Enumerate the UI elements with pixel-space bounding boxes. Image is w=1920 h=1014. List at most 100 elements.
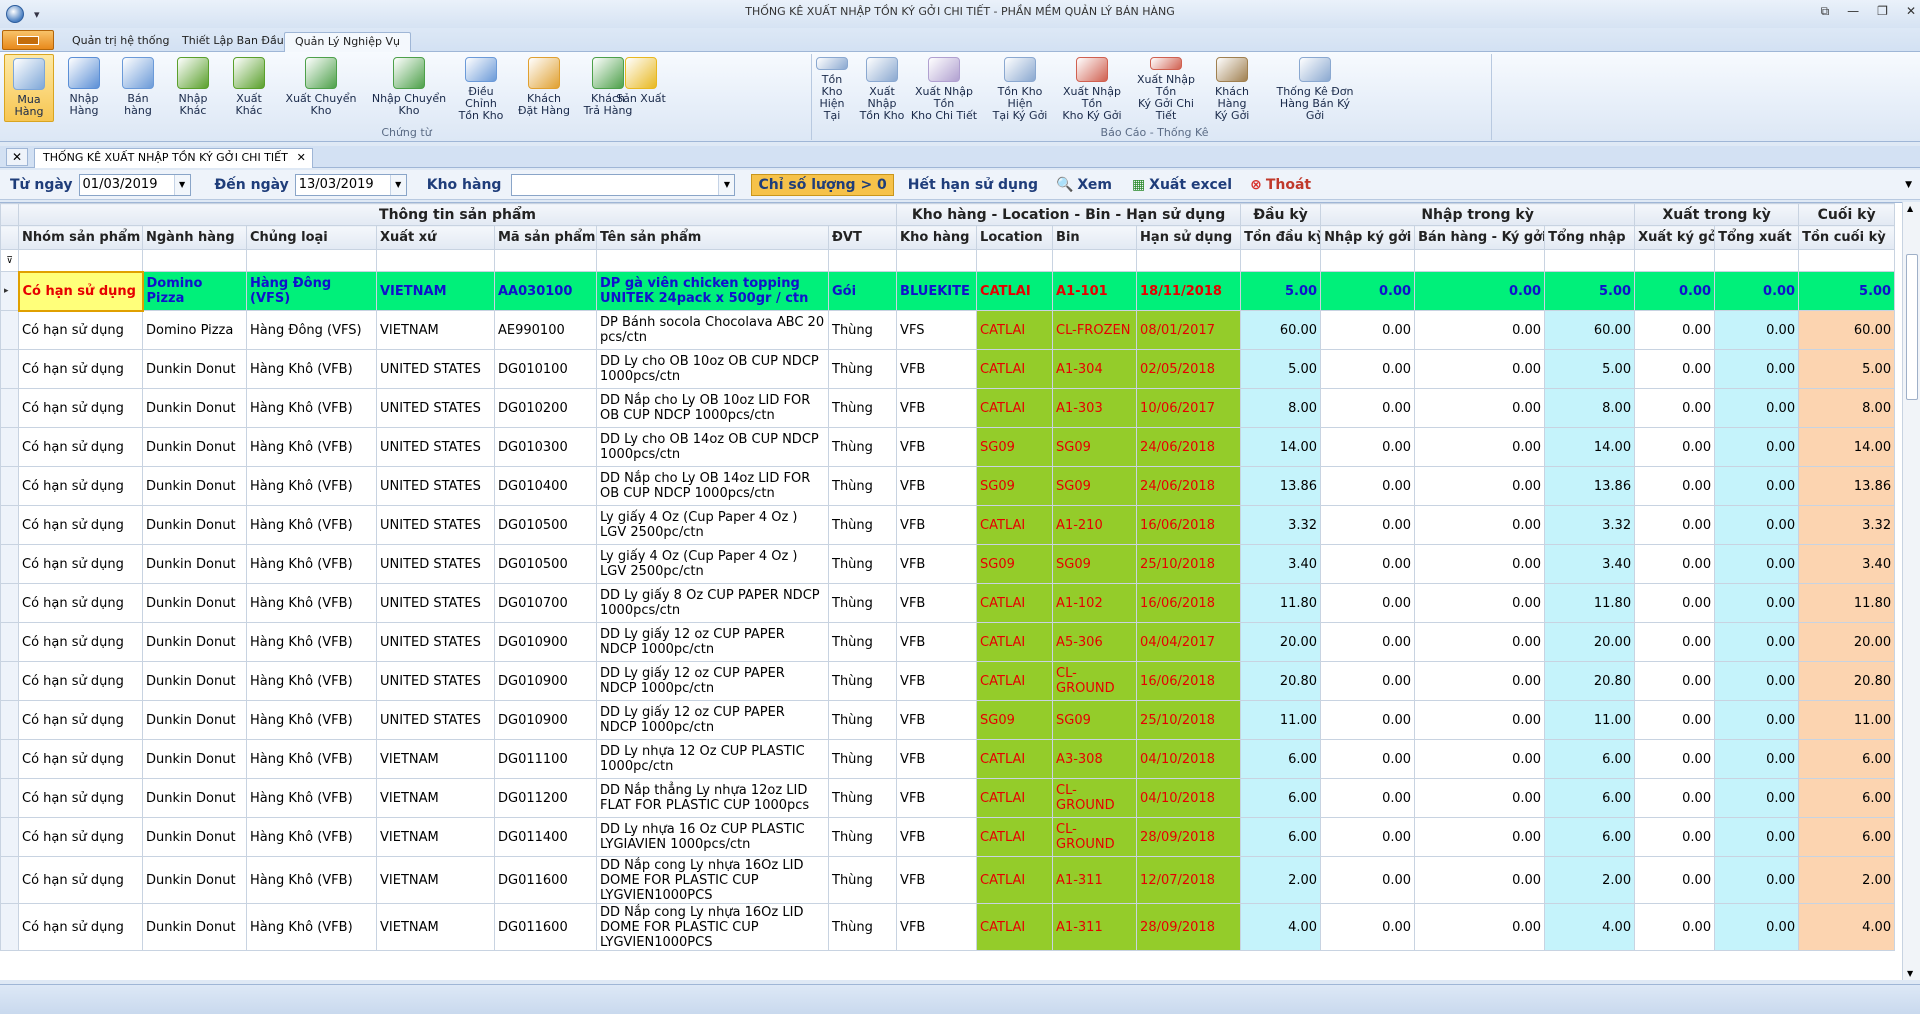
table-cell[interactable]: 11.00 [1798, 700, 1896, 740]
table-cell[interactable]: 04/10/2018 [1136, 739, 1242, 779]
table-cell[interactable]: DG011200 [494, 778, 597, 818]
table-cell[interactable]: A1-304 [1052, 349, 1138, 389]
table-cell[interactable]: Hàng Khô (VFB) [246, 903, 377, 951]
table-cell[interactable]: DP Bánh socola Chocolava ABC 20 pcs/ctn [596, 310, 829, 350]
table-cell[interactable]: 0.00 [1320, 661, 1416, 701]
table-cell[interactable]: 0.00 [1714, 427, 1800, 467]
table-cell[interactable]: 0.00 [1634, 661, 1716, 701]
table-cell[interactable]: A1-311 [1052, 903, 1138, 951]
table-cell[interactable]: DG010700 [494, 583, 597, 623]
table-row[interactable]: Có hạn sử dụng Dunkin Donut Hàng Khô (VFB)… [0, 349, 1896, 389]
table-cell[interactable]: CATLAI [976, 622, 1054, 662]
table-cell[interactable]: VIETNAM [376, 817, 495, 857]
ribbon-button-4[interactable]: Nhập Khác [166, 54, 220, 122]
table-cell[interactable]: SG09 [1052, 700, 1138, 740]
table-cell[interactable]: Ly giấy 4 Oz (Cup Paper 4 Oz ) LGV 2500p… [596, 505, 829, 545]
table-cell[interactable]: DD Ly nhựa 16 Oz CUP PLASTIC LYGIAVIEN 1… [596, 817, 829, 857]
table-cell[interactable]: Có hạn sử dụng [18, 505, 143, 545]
table-cell[interactable]: CL-FROZEN [1052, 310, 1138, 350]
table-cell[interactable]: 0.00 [1320, 544, 1416, 584]
table-cell[interactable]: Thùng [827, 388, 898, 428]
column-header[interactable]: Xuất xứ [376, 225, 495, 250]
table-cell[interactable]: 20.00 [1798, 622, 1896, 662]
table-cell[interactable]: 10/06/2017 [1136, 388, 1242, 428]
table-cell[interactable]: 11.00 [1544, 700, 1636, 740]
table-cell[interactable]: 5.00 [1240, 271, 1322, 311]
table-cell[interactable]: 3.32 [1544, 505, 1636, 545]
table-cell[interactable]: DG010500 [494, 544, 597, 584]
table-cell[interactable]: 5.00 [1544, 271, 1636, 311]
table-cell[interactable]: DD Ly nhựa 12 Oz CUP PLASTIC 1000pc/ctn [596, 739, 829, 779]
from-date-input[interactable]: 01/03/2019 ▼ [78, 173, 191, 196]
table-cell[interactable]: Hàng Khô (VFB) [246, 388, 377, 428]
table-cell[interactable]: 0.00 [1414, 583, 1546, 623]
table-cell[interactable]: SG09 [976, 466, 1054, 506]
table-cell[interactable]: 11.80 [1544, 583, 1636, 623]
filter-cell[interactable] [596, 249, 829, 272]
table-cell[interactable]: 0.00 [1714, 310, 1800, 350]
table-cell[interactable]: VFB [896, 739, 978, 779]
table-cell[interactable]: 0.00 [1634, 349, 1716, 389]
table-cell[interactable]: 0.00 [1634, 622, 1716, 662]
chevron-down-icon[interactable]: ▼ [718, 174, 735, 195]
table-cell[interactable]: SG09 [1052, 427, 1138, 467]
table-cell[interactable]: Hàng Khô (VFB) [246, 505, 377, 545]
table-cell[interactable]: UNITED STATES [376, 544, 495, 584]
table-cell[interactable]: UNITED STATES [376, 505, 495, 545]
chevron-down-icon[interactable]: ▼ [173, 174, 190, 195]
table-cell[interactable]: Dunkin Donut [142, 427, 247, 467]
table-cell[interactable]: 0.00 [1634, 856, 1716, 904]
table-cell[interactable]: DG010900 [494, 661, 597, 701]
table-cell[interactable]: 0.00 [1414, 739, 1546, 779]
column-header[interactable]: Kho hàng [896, 225, 978, 250]
table-cell[interactable]: 0.00 [1714, 583, 1800, 623]
table-cell[interactable]: SG09 [976, 427, 1054, 467]
table-cell[interactable]: Hàng Khô (VFB) [246, 466, 377, 506]
table-cell[interactable]: Có hạn sử dụng [18, 700, 143, 740]
table-cell[interactable]: 0.00 [1714, 505, 1800, 545]
table-cell[interactable]: DG010900 [494, 700, 597, 740]
table-cell[interactable]: Dunkin Donut [142, 583, 247, 623]
ribbon-button-1[interactable]: Mua Hàng [4, 54, 54, 122]
table-cell[interactable]: 0.00 [1414, 466, 1546, 506]
table-cell[interactable]: 0.00 [1320, 271, 1416, 311]
tab-system-admin[interactable]: Quản trị hệ thống [62, 32, 179, 52]
table-cell[interactable]: 0.00 [1634, 778, 1716, 818]
table-cell[interactable]: 0.00 [1634, 427, 1716, 467]
table-cell[interactable]: 0.00 [1320, 778, 1416, 818]
table-cell[interactable]: UNITED STATES [376, 427, 495, 467]
table-cell[interactable]: 3.40 [1240, 544, 1322, 584]
table-cell[interactable]: Dunkin Donut [142, 739, 247, 779]
table-cell[interactable]: Hàng Khô (VFB) [246, 583, 377, 623]
table-cell[interactable]: 0.00 [1320, 427, 1416, 467]
table-cell[interactable]: 0.00 [1634, 310, 1716, 350]
column-header[interactable]: Ngành hàng [142, 225, 247, 250]
table-cell[interactable]: CL-GROUND [1052, 817, 1138, 857]
file-menu-button[interactable] [2, 30, 54, 50]
table-cell[interactable]: 0.00 [1714, 349, 1800, 389]
view-button[interactable]: 🔍 Xem [1056, 177, 1112, 193]
table-cell[interactable]: 0.00 [1414, 544, 1546, 584]
table-cell[interactable]: DG010200 [494, 388, 597, 428]
table-cell[interactable]: Thùng [827, 310, 898, 350]
table-row[interactable]: Có hạn sử dụng Dunkin Donut Hàng Khô (VFB)… [0, 466, 1896, 506]
doc-tab-close-icon[interactable]: ✕ [297, 149, 306, 167]
table-cell[interactable]: DD Ly giấy 8 Oz CUP PAPER NDCP 1000pcs/c… [596, 583, 829, 623]
table-cell[interactable]: VFB [896, 583, 978, 623]
table-cell[interactable]: Dunkin Donut [142, 349, 247, 389]
table-cell[interactable]: Dunkin Donut [142, 903, 247, 951]
table-cell[interactable]: A3-308 [1052, 739, 1138, 779]
table-cell[interactable]: VIETNAM [376, 856, 495, 904]
table-cell[interactable]: 6.00 [1544, 817, 1636, 857]
table-cell[interactable]: DD Ly cho OB 10oz OB CUP NDCP 1000pcs/ct… [596, 349, 829, 389]
filter-cell[interactable] [142, 249, 247, 272]
table-cell[interactable]: 6.00 [1798, 778, 1896, 818]
table-cell[interactable]: 5.00 [1798, 271, 1896, 311]
table-cell[interactable]: Hàng Khô (VFB) [246, 856, 377, 904]
table-cell[interactable]: 11.80 [1798, 583, 1896, 623]
table-cell[interactable]: 28/09/2018 [1136, 817, 1242, 857]
table-cell[interactable]: 60.00 [1544, 310, 1636, 350]
expiry-filter-button[interactable]: Hết hạn sử dụng [908, 177, 1038, 193]
ribbon-button-14[interactable]: Xuất Nhập Tồn Kho Chi Tiết [908, 54, 980, 122]
table-cell[interactable]: DD Nắp cong Ly nhựa 16Oz LID DOME FOR PL… [596, 856, 829, 904]
